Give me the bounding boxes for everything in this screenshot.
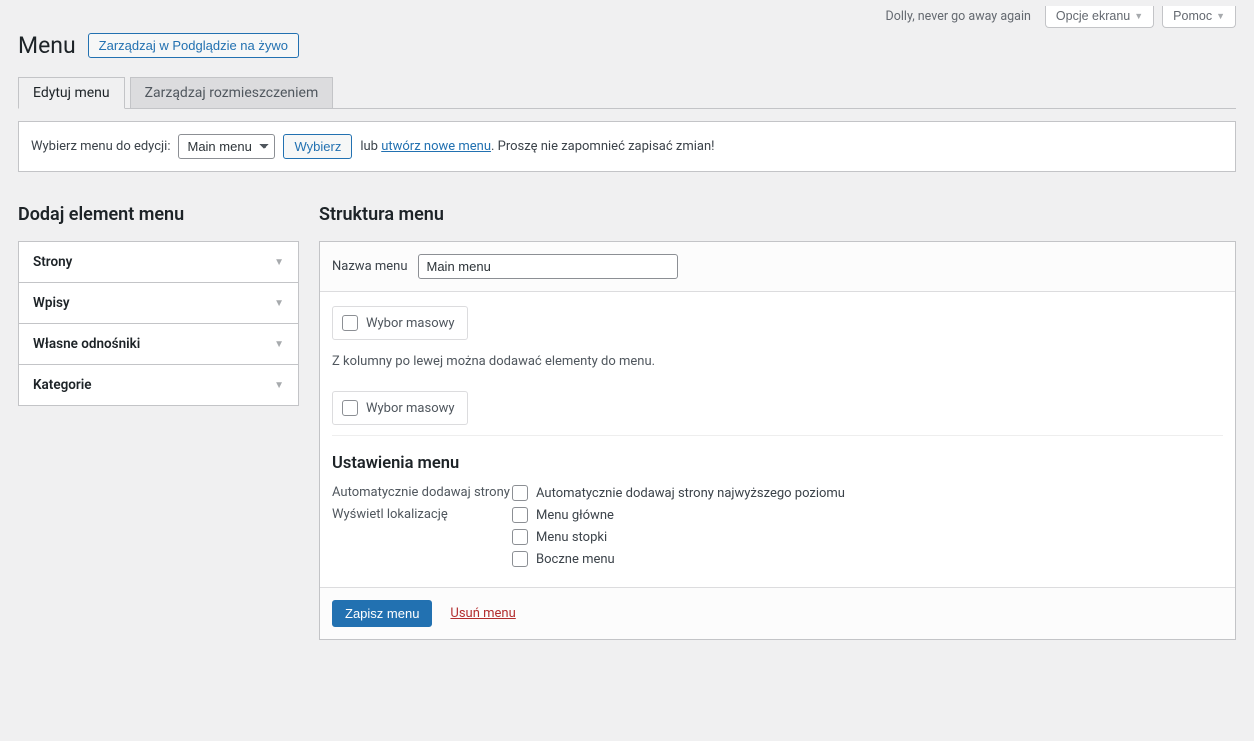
help-label: Pomoc bbox=[1173, 9, 1212, 23]
dolly-text: Dolly, never go away again bbox=[886, 6, 1031, 28]
bulk-select-label: Wybor masowy bbox=[366, 316, 455, 331]
accordion-categories[interactable]: Kategorie ▼ bbox=[19, 365, 298, 405]
menu-name-input[interactable] bbox=[418, 254, 678, 279]
location-footer-label: Menu stopki bbox=[536, 530, 607, 545]
manage-live-preview-button[interactable]: Zarządzaj w Podglądzie na żywo bbox=[88, 33, 299, 58]
menu-settings-heading: Ustawienia menu bbox=[332, 435, 1223, 473]
location-main-checkbox[interactable] bbox=[512, 507, 528, 523]
location-side-checkbox[interactable] bbox=[512, 551, 528, 567]
accordion-posts-label: Wpisy bbox=[33, 295, 70, 311]
location-side-label: Boczne menu bbox=[536, 552, 615, 567]
chevron-down-icon: ▼ bbox=[1134, 11, 1143, 21]
or-text: lub bbox=[360, 139, 378, 154]
menu-select[interactable]: Main menu bbox=[178, 134, 275, 159]
accordion-custom-links-label: Własne odnośniki bbox=[33, 336, 140, 352]
display-location-label: Wyświetl lokalizację bbox=[332, 507, 512, 567]
location-footer-checkbox[interactable] bbox=[512, 529, 528, 545]
accordion-pages-label: Strony bbox=[33, 254, 72, 270]
screen-options-label: Opcje ekranu bbox=[1056, 9, 1130, 23]
bulk-select-top[interactable]: Wybor masowy bbox=[332, 306, 468, 340]
chevron-down-icon: ▼ bbox=[1216, 11, 1225, 21]
chevron-down-icon: ▼ bbox=[274, 380, 284, 391]
chevron-down-icon: ▼ bbox=[274, 339, 284, 350]
reminder-text: . Proszę nie zapomnieć zapisać zmian! bbox=[491, 139, 714, 154]
choose-button[interactable]: Wybierz bbox=[283, 134, 352, 159]
delete-menu-link[interactable]: Usuń menu bbox=[450, 606, 515, 621]
accordion-categories-label: Kategorie bbox=[33, 377, 92, 393]
menu-name-label: Nazwa menu bbox=[332, 259, 408, 274]
menu-structure-heading: Struktura menu bbox=[319, 204, 1236, 225]
empty-menu-hint: Z kolumny po lewej można dodawać element… bbox=[332, 354, 1223, 369]
help-button[interactable]: Pomoc ▼ bbox=[1162, 6, 1236, 28]
bulk-select-bottom[interactable]: Wybor masowy bbox=[332, 391, 468, 425]
bulk-select-label: Wybor masowy bbox=[366, 401, 455, 416]
screen-options-button[interactable]: Opcje ekranu ▼ bbox=[1045, 6, 1154, 28]
auto-add-pages-label: Automatycznie dodawaj strony bbox=[332, 485, 512, 501]
location-main-label: Menu główne bbox=[536, 508, 614, 523]
tab-edit-menu[interactable]: Edytuj menu bbox=[18, 77, 125, 109]
accordion-pages[interactable]: Strony ▼ bbox=[19, 242, 298, 283]
auto-add-pages-checkbox[interactable] bbox=[512, 485, 528, 501]
chevron-down-icon: ▼ bbox=[274, 257, 284, 268]
create-new-menu-link[interactable]: utwórz nowe menu bbox=[381, 139, 491, 154]
page-title: Menu bbox=[18, 32, 76, 59]
bulk-select-checkbox[interactable] bbox=[342, 400, 358, 416]
tab-manage-locations[interactable]: Zarządzaj rozmieszczeniem bbox=[130, 77, 334, 109]
bulk-select-checkbox[interactable] bbox=[342, 315, 358, 331]
accordion-custom-links[interactable]: Własne odnośniki ▼ bbox=[19, 324, 298, 365]
chevron-down-icon: ▼ bbox=[274, 298, 284, 309]
select-menu-prompt: Wybierz menu do edycji: bbox=[31, 139, 170, 154]
auto-add-pages-option: Automatycznie dodawaj strony najwyższego… bbox=[536, 486, 845, 501]
add-menu-item-heading: Dodaj element menu bbox=[18, 204, 299, 225]
accordion-posts[interactable]: Wpisy ▼ bbox=[19, 283, 298, 324]
save-menu-button[interactable]: Zapisz menu bbox=[332, 600, 432, 627]
